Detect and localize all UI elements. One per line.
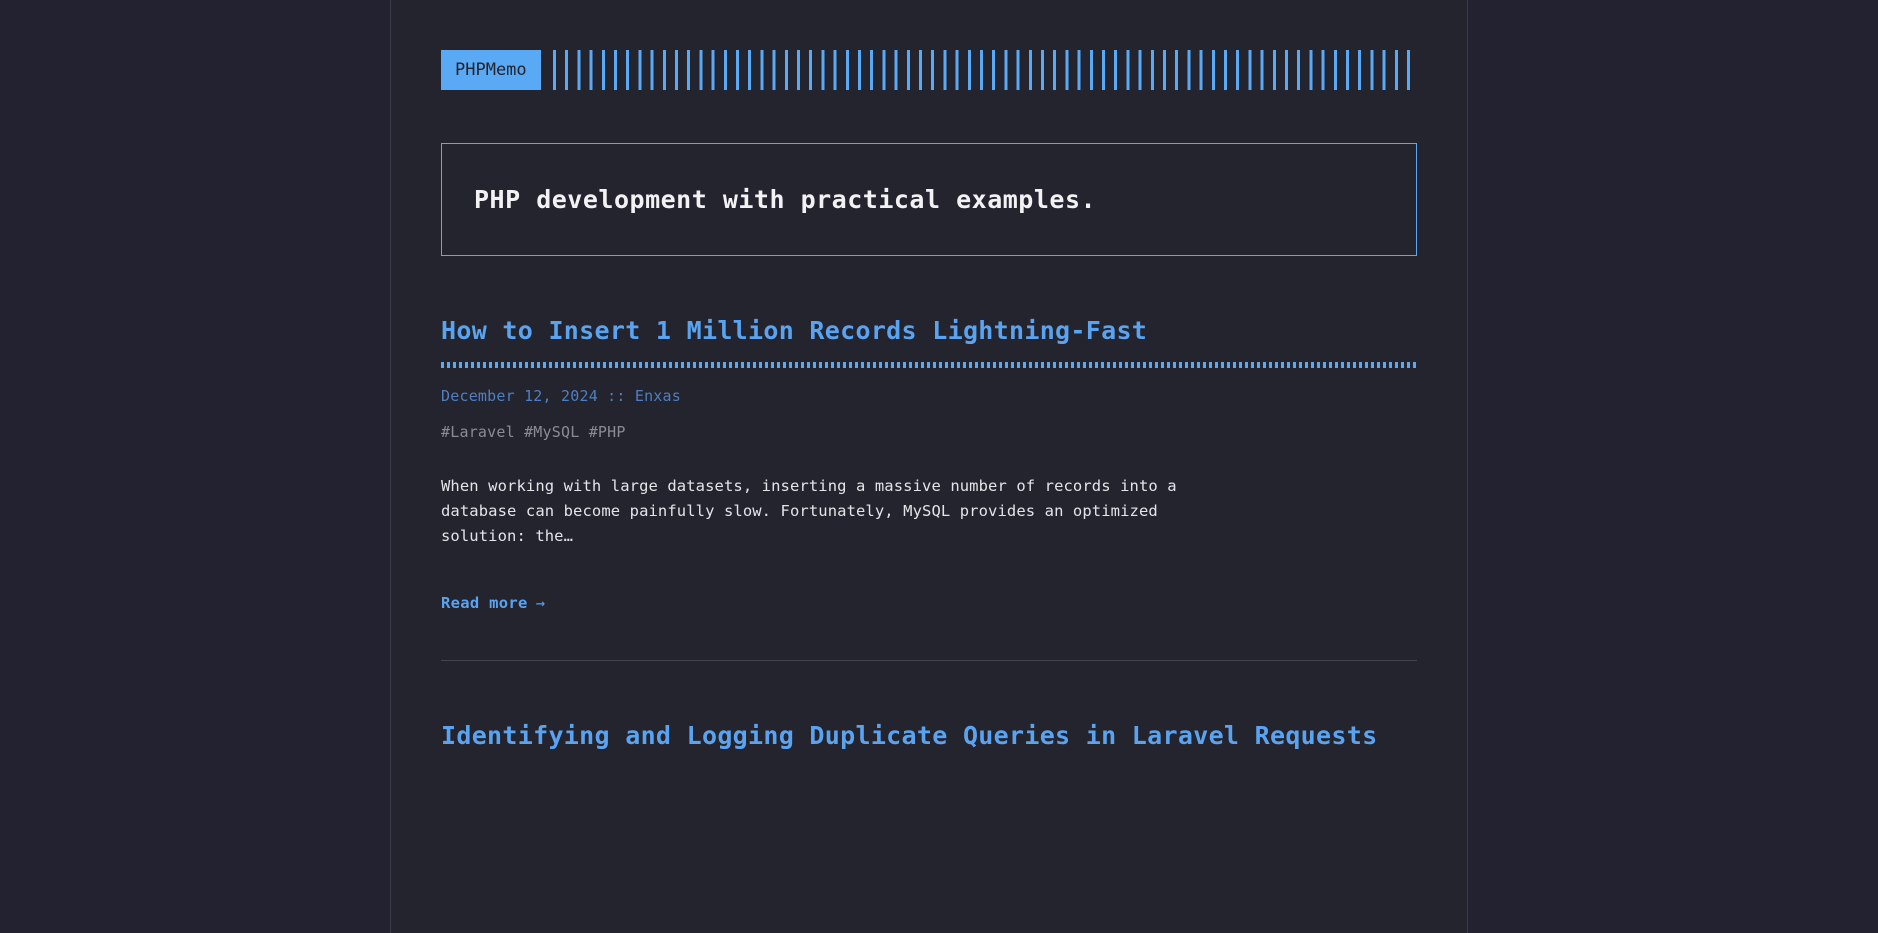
post-item: Identifying and Logging Duplicate Querie… xyxy=(441,719,1417,753)
page-root: PHPMemo PHP development with practical e… xyxy=(0,0,1878,933)
header-bar-pattern-decoration xyxy=(552,50,1417,90)
read-more-link[interactable]: Read more → xyxy=(441,594,545,612)
post-list: How to Insert 1 Million Records Lightnin… xyxy=(441,314,1417,753)
post-title-link[interactable]: How to Insert 1 Million Records Lightnin… xyxy=(441,314,1417,348)
post-item: How to Insert 1 Million Records Lightnin… xyxy=(441,314,1417,662)
site-header: PHPMemo xyxy=(441,0,1417,90)
post-title-dotted-rule xyxy=(441,361,1417,368)
site-tagline: PHP development with practical examples. xyxy=(474,185,1097,214)
arrow-right-icon: → xyxy=(535,594,546,613)
post-title-link[interactable]: Identifying and Logging Duplicate Querie… xyxy=(441,719,1417,753)
site-logo[interactable]: PHPMemo xyxy=(441,50,541,90)
post-excerpt: When working with large datasets, insert… xyxy=(441,476,1177,545)
post-tags[interactable]: #Laravel #MySQL #PHP xyxy=(441,423,1417,441)
content-inner: PHPMemo PHP development with practical e… xyxy=(391,0,1467,753)
tagline-box: PHP development with practical examples. xyxy=(441,143,1417,256)
post-spacer xyxy=(441,661,1417,719)
content-container: PHPMemo PHP development with practical e… xyxy=(390,0,1468,933)
read-more-label: Read more xyxy=(441,594,528,613)
post-meta: December 12, 2024 :: Enxas xyxy=(441,386,681,405)
